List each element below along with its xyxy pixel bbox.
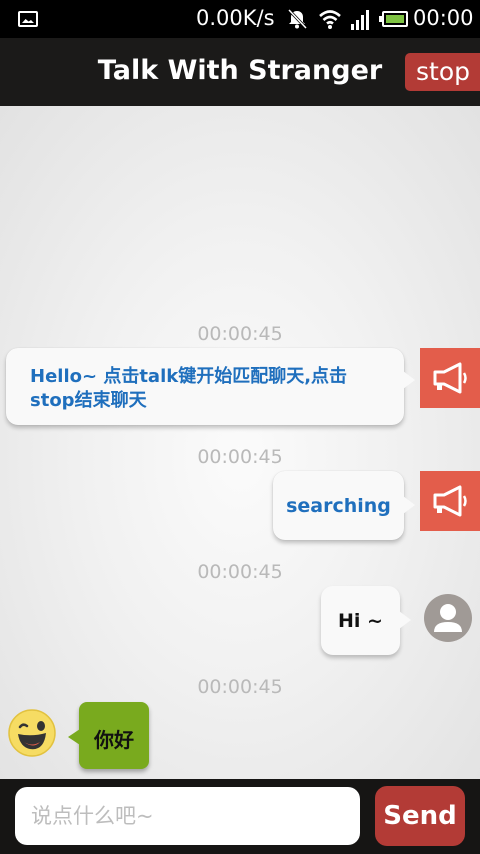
system-avatar <box>420 348 480 408</box>
status-bar: 0.00K/s 00:00 <box>0 0 480 38</box>
message-text: Hi ~ <box>338 610 383 632</box>
message-timestamp: 00:00:45 <box>197 446 283 468</box>
message-text-line: stop结束聊天 <box>30 390 147 411</box>
user-avatar <box>424 594 472 642</box>
message-text-line: Hello~ 点击talk键开始匹配聊天,点击 <box>30 366 348 387</box>
message-bubble: Hello~ 点击talk键开始匹配聊天,点击 stop结束聊天 <box>6 348 415 425</box>
title-bar: Talk With Stranger stop <box>0 38 480 106</box>
image-icon <box>18 11 38 27</box>
message-bubble: Hi ~ <box>321 586 411 655</box>
chat-area[interactable]: 00:00:45 Hello~ 点击talk键开始匹配聊天,点击 stop结束聊… <box>0 106 480 779</box>
wifi-icon <box>319 10 341 29</box>
composer-bar: Send <box>0 779 480 854</box>
message-text: searching <box>286 495 391 517</box>
user-icon <box>434 604 462 632</box>
message-bubble: 你好 <box>68 702 149 769</box>
system-avatar <box>420 471 480 531</box>
message-timestamp: 00:00:45 <box>197 561 283 583</box>
message-input[interactable] <box>15 787 360 845</box>
network-speed: 0.00K/s <box>196 6 275 30</box>
stop-button[interactable]: stop <box>405 53 480 91</box>
message-timestamp: 00:00:45 <box>197 676 283 698</box>
battery-icon <box>379 11 408 27</box>
smiley-icon <box>8 709 56 757</box>
status-time: 00:00 <box>413 6 474 30</box>
send-button[interactable]: Send <box>375 786 465 846</box>
message-timestamp: 00:00:45 <box>197 323 283 345</box>
message-bubble: searching <box>273 471 415 540</box>
message-text: 你好 <box>94 728 134 752</box>
mute-icon <box>287 8 308 30</box>
megaphone-icon <box>433 362 467 394</box>
megaphone-icon <box>433 485 467 517</box>
signal-icon <box>351 10 369 30</box>
